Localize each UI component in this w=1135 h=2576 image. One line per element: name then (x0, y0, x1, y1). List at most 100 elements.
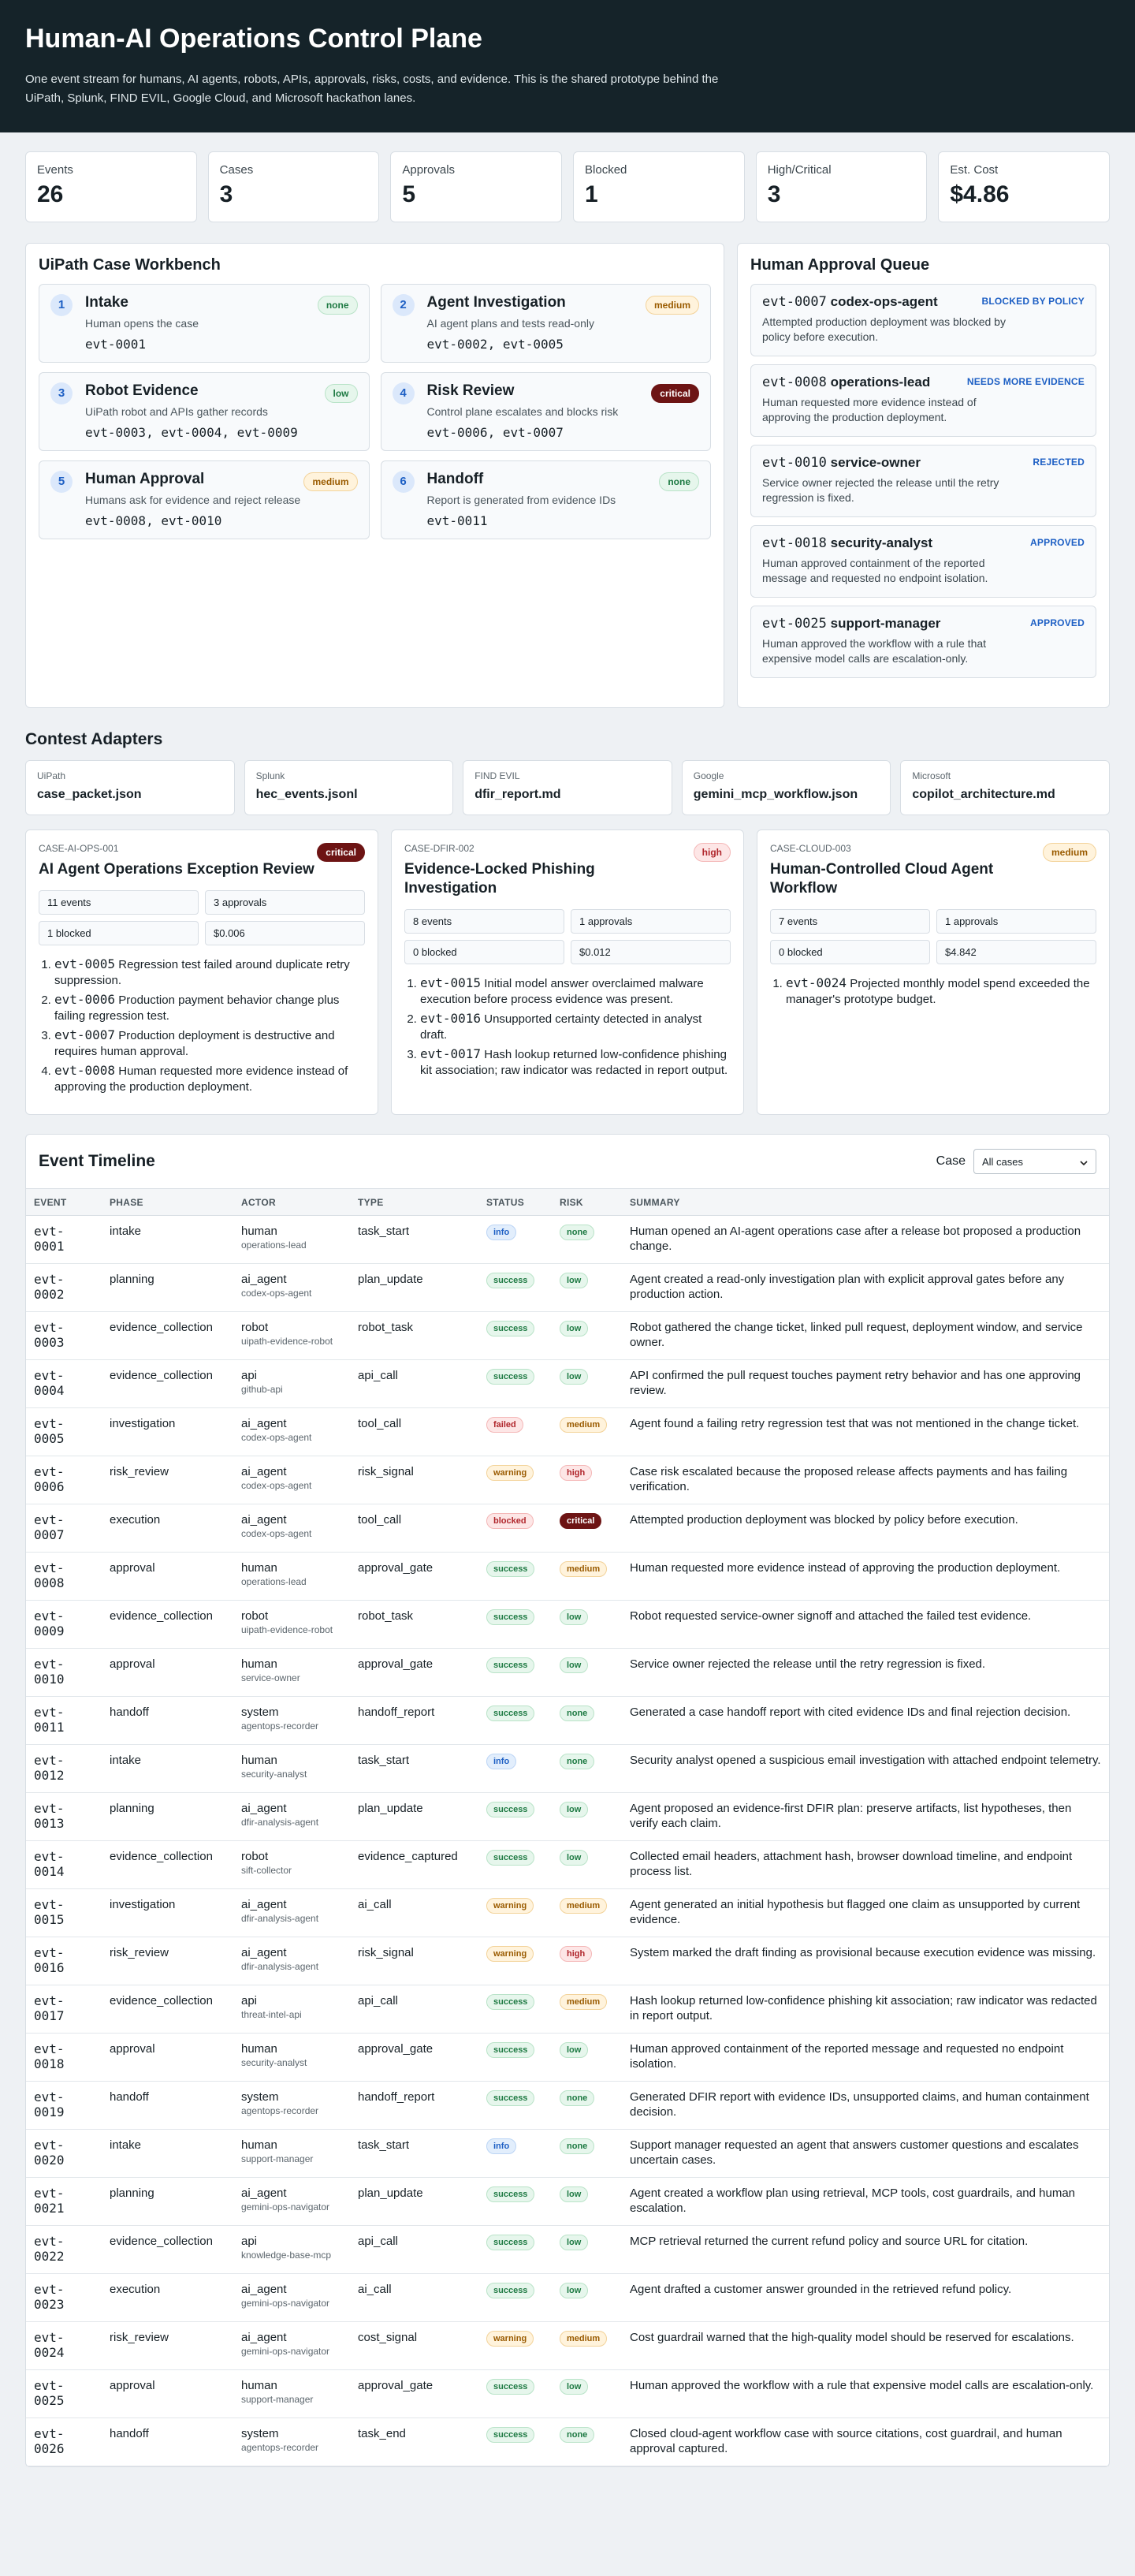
workflow-stage[interactable]: 4 Risk Review Control plane escalates and … (380, 372, 711, 451)
row-type: api_call (350, 1985, 478, 2034)
workflow-stage[interactable]: 2 Agent Investigation AI agent plans and t… (380, 284, 711, 363)
case-title: Evidence-Locked Phishing Investigation (404, 861, 595, 897)
stat-label: Events (37, 163, 73, 177)
table-row[interactable]: evt-0007 execution ai_agent codex-ops-agent… (26, 1504, 1109, 1553)
risk-badge: low (560, 1273, 589, 1288)
table-row[interactable]: evt-0017 evidence_collection api threat-int… (26, 1985, 1109, 2034)
row-actor: ai_agent gemini-ops-navigator (233, 2321, 350, 2370)
timeline-body: evt-0001 intake human operations-lead task_s… (26, 1215, 1109, 2466)
row-risk: medium (552, 1552, 622, 1601)
actor-kind: ai_agent (241, 1802, 287, 1815)
table-row[interactable]: evt-0003 evidence_collection robot uipath-e… (26, 1311, 1109, 1360)
row-risk: low (552, 2273, 622, 2322)
table-row[interactable]: evt-0005 investigation ai_agent codex-ops-a… (26, 1407, 1109, 1456)
case-card[interactable]: CASE-AI-OPS-001 critical AI Agent Operatio… (25, 829, 378, 1115)
column-header-status: STATUS (478, 1188, 552, 1216)
table-row[interactable]: evt-0009 evidence_collection robot uipath-e… (26, 1600, 1109, 1649)
table-row[interactable]: evt-0014 evidence_collection robot sift-col… (26, 1840, 1109, 1889)
row-type: tool_call (350, 1504, 478, 1553)
table-row[interactable]: evt-0016 risk_review ai_agent dfir-analysis… (26, 1937, 1109, 1985)
stat-value: 26 (37, 181, 64, 207)
row-risk: none (552, 2129, 622, 2178)
table-row[interactable]: evt-0011 handoff system agentops-recorder ha… (26, 1696, 1109, 1745)
row-status: blocked (478, 1504, 552, 1553)
approval-item[interactable]: evt-0010 service-owner REJECTED Service ow… (750, 445, 1096, 517)
adapter-card[interactable]: Splunk hec_events.jsonl (244, 760, 454, 815)
table-row[interactable]: evt-0024 risk_review ai_agent gemini-ops-na… (26, 2321, 1109, 2370)
approval-actor: security-analyst (830, 535, 933, 550)
table-row[interactable]: evt-0012 intake human security-analyst task_… (26, 1744, 1109, 1793)
status-badge: warning (486, 1465, 534, 1481)
stat-label: High/Critical (767, 163, 832, 177)
risk-badge: low (560, 2379, 589, 2395)
actor-id: gemini-ops-navigator (241, 2201, 330, 2213)
case-select[interactable]: All cases (973, 1149, 1096, 1174)
table-row[interactable]: evt-0015 investigation ai_agent dfir-analys… (26, 1888, 1109, 1937)
stage-description: Control plane escalates and blocks risk (426, 405, 619, 418)
approval-item[interactable]: evt-0025 support-manager APPROVED Human ap… (750, 606, 1096, 678)
table-row[interactable]: evt-0021 planning ai_agent gemini-ops-navig… (26, 2177, 1109, 2226)
approval-status: NEEDS MORE EVIDENCE (966, 376, 1085, 387)
row-status: success (478, 1792, 552, 1841)
approval-status: APPROVED (1030, 537, 1085, 548)
case-card[interactable]: CASE-CLOUD-003 medium Human-Controlled Clo… (757, 829, 1110, 1115)
workflow-stage[interactable]: 5 Human Approval Humans ask for evidence a… (39, 460, 370, 539)
row-status: success (478, 1263, 552, 1312)
table-row[interactable]: evt-0010 approval human service-owner approv… (26, 1648, 1109, 1697)
table-row[interactable]: evt-0006 risk_review ai_agent codex-ops-age… (26, 1456, 1109, 1504)
case-card[interactable]: CASE-DFIR-002 high Evidence-Locked Phishin… (391, 829, 744, 1115)
table-row[interactable]: evt-0018 approval human security-analyst app… (26, 2033, 1109, 2082)
approval-description: Human approved the workflow with a rule … (762, 637, 987, 665)
table-row[interactable]: evt-0008 approval human operations-lead appr… (26, 1552, 1109, 1601)
table-row[interactable]: evt-0020 intake human support-manager task_s… (26, 2129, 1109, 2178)
stat-value: $4.86 (950, 181, 1010, 207)
workflow-stage[interactable]: 6 Handoff Report is generated from evidenc… (380, 460, 711, 539)
row-phase: approval (102, 1648, 233, 1697)
case-finding: evt-0006 Production payment behavior cha… (54, 992, 365, 1024)
actor-id: uipath-evidence-robot (241, 1336, 333, 1347)
workflow-stage[interactable]: 1 Intake Human opens the case evt-0001 none (39, 284, 370, 363)
table-row[interactable]: evt-0004 evidence_collection api github-api… (26, 1359, 1109, 1408)
approval-event-id: evt-0010 (762, 455, 827, 471)
adapter-card[interactable]: UiPath case_packet.json (25, 760, 235, 815)
stage-number: 6 (392, 471, 415, 493)
actor-kind: api (241, 1994, 258, 2007)
finding-event-id: evt-0008 (54, 1063, 116, 1078)
approval-status: REJECTED (1033, 457, 1085, 468)
row-type: approval_gate (350, 2033, 478, 2082)
row-event-id: evt-0016 (26, 1937, 102, 1985)
row-event-id: evt-0007 (26, 1504, 102, 1553)
case-cards: CASE-AI-OPS-001 critical AI Agent Operatio… (25, 829, 1110, 1115)
table-row[interactable]: evt-0019 handoff system agentops-recorder ha… (26, 2081, 1109, 2130)
table-row[interactable]: evt-0013 planning ai_agent dfir-analysis-ag… (26, 1792, 1109, 1841)
approval-item[interactable]: evt-0007 codex-ops-agent BLOCKED BY POLIC… (750, 284, 1096, 356)
row-summary: Generated DFIR report with evidence IDs,… (622, 2081, 1109, 2130)
case-finding: evt-0017 Hash lookup returned low-confid… (420, 1046, 731, 1079)
approval-item[interactable]: evt-0008 operations-lead NEEDS MORE EVIDE… (750, 364, 1096, 437)
table-row[interactable]: evt-0025 approval human support-manager appr… (26, 2369, 1109, 2418)
table-row[interactable]: evt-0026 handoff system agentops-recorder ta… (26, 2418, 1109, 2466)
approval-description: Attempted production deployment was bloc… (762, 315, 1006, 343)
row-summary: Human approved the workflow with a rule … (622, 2369, 1109, 2418)
actor-id: security-analyst (241, 1769, 307, 1780)
table-row[interactable]: evt-0023 execution ai_agent gemini-ops-navi… (26, 2273, 1109, 2322)
actor-id: threat-intel-api (241, 2009, 302, 2020)
row-type: robot_task (350, 1600, 478, 1649)
adapter-card[interactable]: Microsoft copilot_architecture.md (900, 760, 1110, 815)
workflow-stage[interactable]: 3 Robot Evidence UiPath robot and APIs gat… (39, 372, 370, 451)
row-phase: investigation (102, 1888, 233, 1937)
row-event-id: evt-0020 (26, 2129, 102, 2178)
table-row[interactable]: evt-0022 evidence_collection api knowledge-… (26, 2225, 1109, 2274)
row-risk: low (552, 2225, 622, 2274)
row-event-id: evt-0008 (26, 1552, 102, 1601)
adapter-card[interactable]: FIND EVIL dfir_report.md (463, 760, 672, 815)
table-row[interactable]: evt-0001 intake human operations-lead task_s… (26, 1215, 1109, 1264)
approval-item[interactable]: evt-0018 security-analyst APPROVED Human a… (750, 525, 1096, 598)
actor-id: operations-lead (241, 1240, 307, 1251)
stat-label: Cases (219, 163, 254, 177)
table-row[interactable]: evt-0002 planning ai_agent codex-ops-agent p… (26, 1263, 1109, 1312)
adapter-card[interactable]: Google gemini_mcp_workflow.json (681, 760, 891, 815)
row-summary: Agent created a workflow plan using retr… (622, 2177, 1109, 2226)
approval-queue: Human Approval Queue evt-0007 codex-ops-… (737, 243, 1110, 708)
actor-kind: ai_agent (241, 2331, 287, 2344)
